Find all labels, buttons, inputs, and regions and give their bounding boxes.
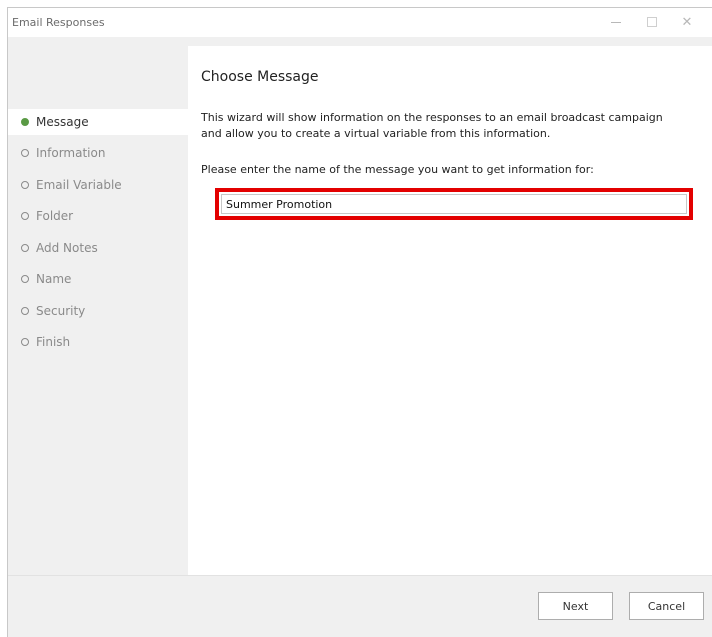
step-label: Message	[36, 115, 89, 129]
step-email-variable[interactable]: Email Variable	[8, 172, 188, 198]
step-pending-icon	[21, 275, 29, 283]
cancel-button[interactable]: Cancel	[629, 592, 704, 620]
step-information[interactable]: Information	[8, 140, 188, 166]
minimize-icon	[611, 21, 621, 23]
step-label: Folder	[36, 209, 74, 223]
step-label: Add Notes	[36, 241, 98, 255]
window-title: Email Responses	[12, 16, 105, 29]
step-label: Name	[36, 272, 72, 286]
close-button[interactable]: ✕	[676, 11, 698, 33]
step-current-icon	[21, 118, 29, 126]
step-pending-icon	[21, 212, 29, 220]
description-line: and allow you to create a virtual variab…	[201, 127, 551, 140]
step-pending-icon	[21, 307, 29, 315]
wizard-window: Email Responses ✕ Message Information Em…	[7, 7, 712, 637]
minimize-button[interactable]	[605, 11, 627, 33]
description: This wizard will show information on the…	[201, 110, 701, 142]
close-icon: ✕	[681, 14, 693, 30]
step-pending-icon	[21, 181, 29, 189]
step-add-notes[interactable]: Add Notes	[8, 235, 188, 261]
description-line: This wizard will show information on the…	[201, 111, 663, 124]
step-folder[interactable]: Folder	[8, 203, 188, 229]
page-title: Choose Message	[201, 69, 319, 85]
wizard-content: Choose Message This wizard will show inf…	[188, 46, 712, 575]
step-label: Security	[36, 304, 86, 318]
step-message[interactable]: Message	[8, 109, 188, 135]
step-pending-icon	[21, 149, 29, 157]
step-finish[interactable]: Finish	[8, 329, 188, 355]
message-name-input[interactable]	[221, 194, 687, 214]
step-label: Information	[36, 146, 106, 160]
step-label: Finish	[36, 335, 71, 349]
step-security[interactable]: Security	[8, 298, 188, 324]
next-button[interactable]: Next	[538, 592, 613, 620]
step-pending-icon	[21, 338, 29, 346]
footer-divider	[8, 575, 712, 576]
title-bar: Email Responses ✕	[8, 8, 712, 37]
step-name[interactable]: Name	[8, 266, 188, 292]
wizard-steps: Message Information Email Variable Folde…	[8, 37, 188, 575]
maximize-button[interactable]	[641, 11, 663, 33]
maximize-icon	[647, 17, 657, 27]
message-prompt: Please enter the name of the message you…	[201, 163, 594, 176]
step-label: Email Variable	[36, 178, 122, 192]
step-pending-icon	[21, 244, 29, 252]
